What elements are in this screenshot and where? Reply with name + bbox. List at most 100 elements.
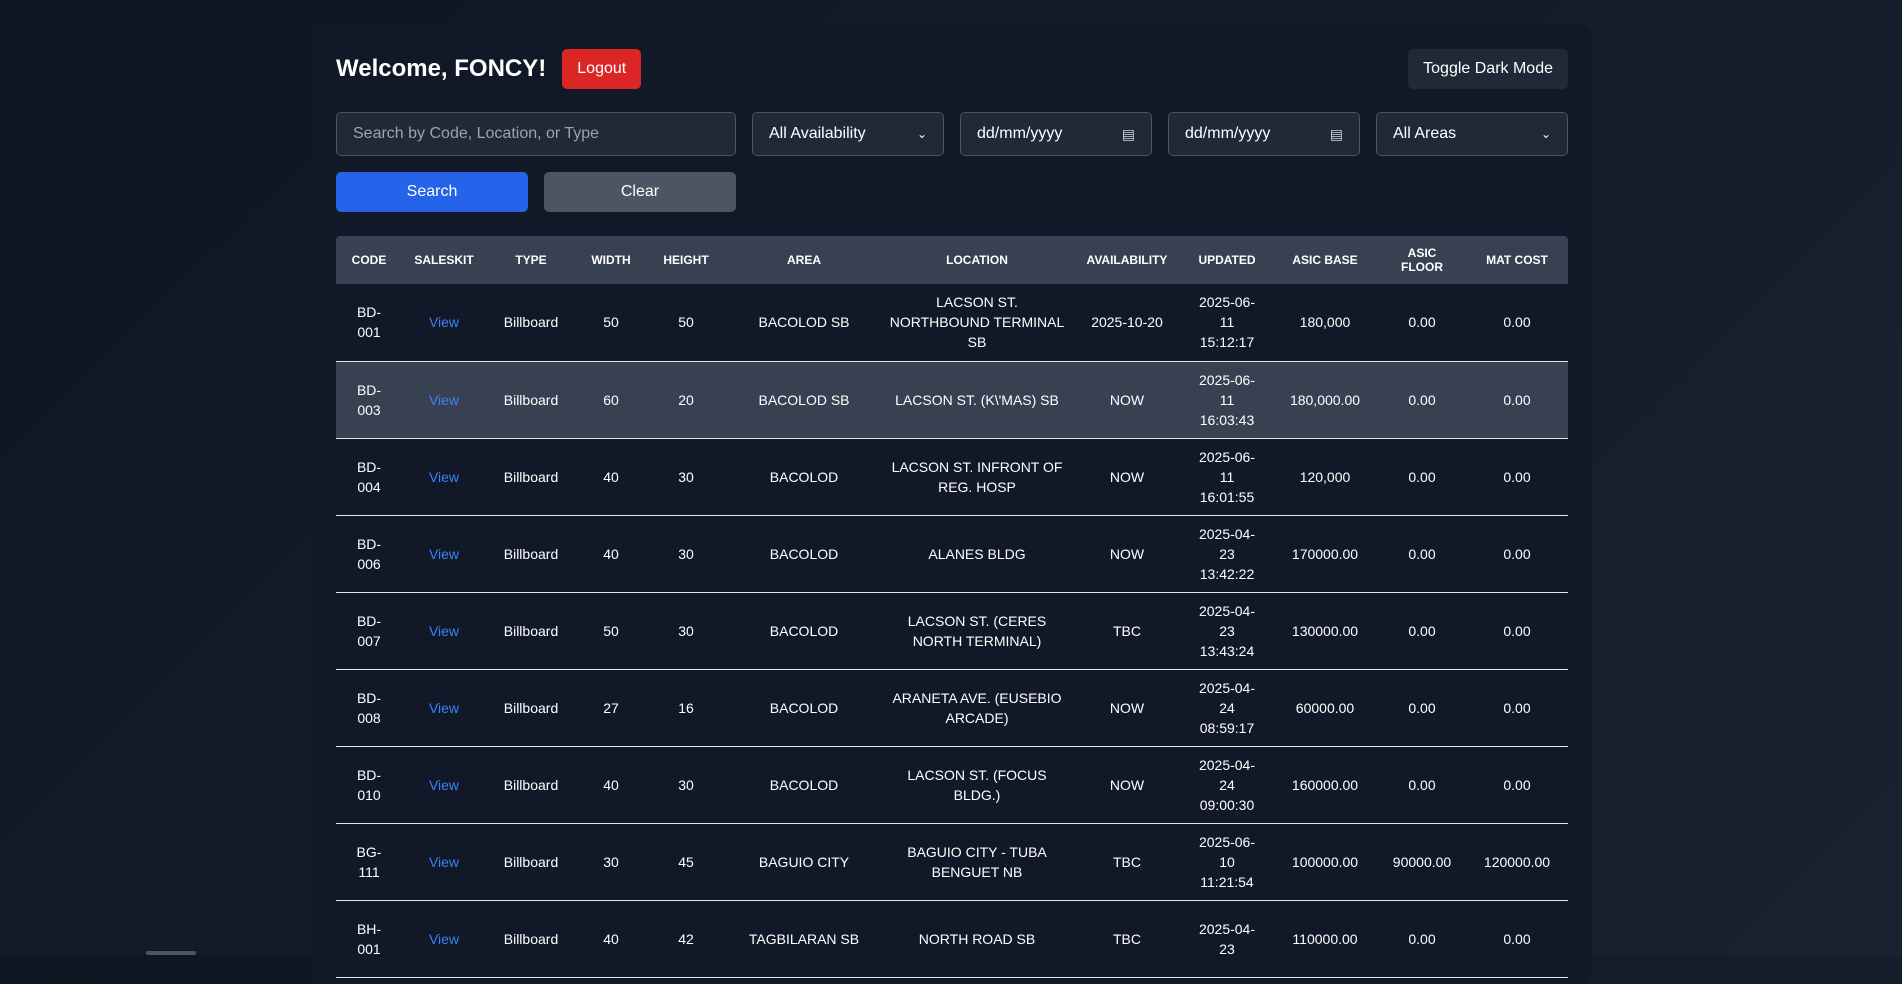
search-input[interactable] [336,112,736,156]
cell-asic-floor: 0.00 [1378,515,1466,593]
cell-location: LACSON ST. (K\'MAS) SB [882,361,1072,439]
cell-type: Billboard [486,515,576,593]
saleskit-view-link[interactable]: View [402,284,486,362]
availability-select-value: All Availability [769,125,866,142]
cell-code: BD- 007 [336,592,402,670]
cell-asic-floor: 0.00 [1378,746,1466,824]
clear-button[interactable]: Clear [544,172,736,212]
header-left: Welcome, FONCY! Logout [336,49,642,89]
cell-updated: 2025-06- 10 11:21:54 [1182,823,1272,901]
cell-code: BD- 003 [336,361,402,439]
column-header[interactable]: AVAILABILITY [1072,236,1182,284]
cell-type: Billboard [486,438,576,516]
cell-height: 30 [646,746,726,824]
cell-code: BD- 006 [336,515,402,593]
table-row[interactable]: BD- 008 View Billboard 27 16 BACOLOD ARANETA AV… [336,669,1568,747]
cell-type: Billboard [486,669,576,747]
cell-asic-floor: 0.00 [1378,669,1466,747]
column-header[interactable]: AREA [726,236,882,284]
table-row[interactable]: BD- 006 View Billboard 40 30 BACOLOD ALANES BLD… [336,515,1568,593]
cell-width: 40 [576,438,646,516]
calendar-icon: ▤ [1121,125,1135,142]
cell-width: 50 [576,284,646,362]
cell-location: ARANETA AVE. (EUSEBIO ARCADE) [882,669,1072,747]
cell-asic-base: 180,000.00 [1272,361,1378,439]
table-row[interactable]: BD- 003 View Billboard 60 20 BACOLOD SB LACSON … [336,361,1568,439]
area-select[interactable]: All Areas ⌄ [1376,112,1568,156]
saleskit-view-link[interactable]: View [402,592,486,670]
saleskit-view-link[interactable]: View [402,361,486,439]
cell-location: BAGUIO CITY - TUBA BENGUET NB [882,823,1072,901]
chevron-down-icon: ⌄ [916,127,927,141]
toggle-dark-mode-button[interactable]: Toggle Dark Mode [1408,49,1568,89]
cell-updated: 2025-04- 24 08:59:17 [1182,669,1272,747]
cell-availability: NOW [1072,669,1182,747]
saleskit-view-link[interactable]: View [402,515,486,593]
area-select-value: All Areas [1393,125,1457,142]
chevron-down-icon: ⌄ [1540,127,1551,141]
column-header[interactable]: SALESKIT [402,236,486,284]
billboard-table: CODE SALESKIT TYPE WIDTH HEIGHT AREA LOC… [336,236,1568,978]
cell-code: BD- 010 [336,746,402,824]
welcome-title: Welcome, FONCY! [336,55,547,82]
cell-mat-cost: 0.00 [1466,284,1568,362]
saleskit-view-link[interactable]: View [402,438,486,516]
saleskit-view-link[interactable]: View [402,746,486,824]
saleskit-view-link[interactable]: View [402,669,486,747]
table-row[interactable]: BD- 010 View Billboard 40 30 BACOLOD LACSON ST.… [336,746,1568,824]
page-header: Welcome, FONCY! Logout Toggle Dark Mode [336,48,1568,90]
column-header[interactable]: UPDATED [1182,236,1272,284]
cell-width: 40 [576,746,646,824]
cell-area: BACOLOD SB [726,284,882,362]
cell-location: LACSON ST. (CERES NORTH TERMINAL) [882,592,1072,670]
horizontal-scrollbar-thumb[interactable] [146,951,196,955]
column-header[interactable]: CODE [336,236,402,284]
table-row[interactable]: BG- 111 View Billboard 30 45 BAGUIO CITY BAGUIO… [336,823,1568,901]
cell-height: 30 [646,515,726,593]
table-row[interactable]: BD- 001 View Billboard 50 50 BACOLOD SB LACSON … [336,284,1568,362]
logout-button[interactable]: Logout [562,49,642,89]
date-to-input[interactable]: dd/mm/yyyy ▤ [1168,112,1360,156]
cell-mat-cost: 0.00 [1466,361,1568,439]
date-to-placeholder: dd/mm/yyyy [1185,125,1271,142]
cell-mat-cost: 0.00 [1466,746,1568,824]
cell-height: 50 [646,284,726,362]
table-row[interactable]: BH- 001 View Billboard 40 42 TAGBILARAN SB NORT… [336,900,1568,978]
cell-area: BACOLOD [726,592,882,670]
cell-updated: 2025-04- 23 [1182,900,1272,978]
cell-area: BACOLOD [726,669,882,747]
cell-availability: 2025-10-20 [1072,284,1182,362]
cell-updated: 2025-06- 11 16:01:55 [1182,438,1272,516]
cell-height: 16 [646,669,726,747]
date-from-input[interactable]: dd/mm/yyyy ▤ [960,112,1152,156]
cell-width: 60 [576,361,646,439]
cell-type: Billboard [486,592,576,670]
search-button[interactable]: Search [336,172,528,212]
column-header[interactable]: ASIC FLOOR [1378,236,1466,284]
cell-availability: NOW [1072,515,1182,593]
column-header[interactable]: WIDTH [576,236,646,284]
cell-asic-base: 60000.00 [1272,669,1378,747]
saleskit-view-link[interactable]: View [402,900,486,978]
column-header[interactable]: LOCATION [882,236,1072,284]
cell-width: 30 [576,823,646,901]
cell-location: LACSON ST. NORTHBOUND TERMINAL SB [882,284,1072,362]
column-header[interactable]: MAT COST [1466,236,1568,284]
cell-asic-base: 130000.00 [1272,592,1378,670]
availability-select[interactable]: All Availability ⌄ [752,112,944,156]
cell-asic-base: 100000.00 [1272,823,1378,901]
cell-mat-cost: 0.00 [1466,438,1568,516]
cell-asic-floor: 0.00 [1378,361,1466,439]
column-header[interactable]: ASIC BASE [1272,236,1378,284]
saleskit-view-link[interactable]: View [402,823,486,901]
cell-updated: 2025-04- 23 13:43:24 [1182,592,1272,670]
column-header[interactable]: TYPE [486,236,576,284]
cell-type: Billboard [486,361,576,439]
cell-asic-base: 120,000 [1272,438,1378,516]
table-row[interactable]: BD- 007 View Billboard 50 30 BACOLOD LACSON ST.… [336,592,1568,670]
table-row[interactable]: BD- 004 View Billboard 40 30 BACOLOD LACSON ST.… [336,438,1568,516]
cell-availability: NOW [1072,746,1182,824]
cell-area: TAGBILARAN SB [726,900,882,978]
cell-area: BACOLOD [726,746,882,824]
column-header[interactable]: HEIGHT [646,236,726,284]
